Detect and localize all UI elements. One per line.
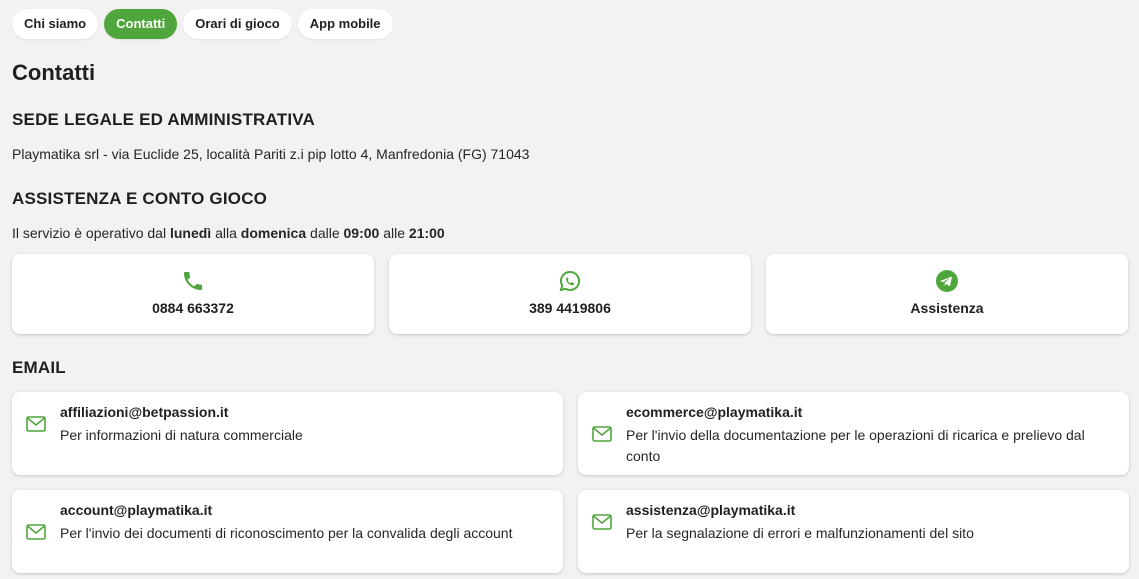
hours-time-from: 09:00: [343, 225, 380, 241]
hours-mid-3: alle: [383, 225, 406, 241]
telegram-label: Assistenza: [910, 300, 984, 316]
tab-contatti[interactable]: Contatti: [104, 9, 178, 39]
hours-time-to: 21:00: [408, 225, 445, 241]
tab-app-mobile[interactable]: App mobile: [297, 9, 393, 39]
email-address[interactable]: ecommerce@playmatika.it: [626, 404, 802, 420]
mail-icon: [26, 416, 46, 432]
email-address[interactable]: assistenza@playmatika.it: [626, 502, 795, 518]
page-title: Contatti: [12, 60, 96, 85]
whatsapp-card[interactable]: 389 4419806: [389, 254, 751, 334]
hours-day-from: lunedì: [169, 225, 212, 241]
email-card-affiliazioni[interactable]: affiliazioni@betpassion.it Per informazi…: [12, 392, 563, 475]
phone-icon: [184, 272, 202, 290]
whatsapp-icon: [559, 270, 581, 292]
support-heading: ASSISTENZA E CONTO GIOCO: [12, 189, 268, 208]
email-address[interactable]: account@playmatika.it: [60, 502, 212, 518]
phone-card[interactable]: 0884 663372: [12, 254, 374, 334]
telegram-card[interactable]: Assistenza: [766, 254, 1128, 334]
email-description: Per informazioni di natura commerciale: [60, 427, 303, 443]
email-description: Per l'invio della documentazione per le …: [626, 427, 1085, 464]
email-card-ecommerce[interactable]: ecommerce@playmatika.it Per l'invio dell…: [578, 392, 1129, 475]
hours-mid-2: dalle: [310, 225, 340, 241]
phone-number: 0884 663372: [152, 300, 234, 316]
email-address[interactable]: affiliazioni@betpassion.it: [60, 404, 228, 420]
whatsapp-number: 389 4419806: [529, 300, 611, 316]
hours-day-to: domenica: [240, 225, 307, 241]
legal-heading: SEDE LEGALE ED AMMINISTRATIVA: [12, 110, 315, 129]
email-description: Per l'invio dei documenti di riconoscime…: [60, 525, 513, 541]
telegram-icon: [936, 270, 958, 292]
hours-prefix: Il servizio è operativo dal: [12, 225, 167, 241]
tab-orari-di-gioco[interactable]: Orari di gioco: [183, 9, 292, 39]
tab-bar: Chi siamo Contatti Orari di gioco App mo…: [12, 9, 393, 39]
email-heading: EMAIL: [12, 358, 66, 377]
support-hours: Il servizio è operativo dal lunedì alla …: [12, 225, 445, 241]
email-card-account[interactable]: account@playmatika.it Per l'invio dei do…: [12, 490, 563, 573]
mail-icon: [592, 514, 612, 530]
hours-mid-1: alla: [215, 225, 237, 241]
mail-icon: [26, 524, 46, 540]
legal-address: Playmatika srl - via Euclide 25, localit…: [12, 146, 530, 162]
tab-chi-siamo[interactable]: Chi siamo: [12, 9, 99, 39]
email-card-assistenza[interactable]: assistenza@playmatika.it Per la segnalaz…: [578, 490, 1129, 573]
mail-icon: [592, 426, 612, 442]
email-description: Per la segnalazione di errori e malfunzi…: [626, 525, 974, 541]
